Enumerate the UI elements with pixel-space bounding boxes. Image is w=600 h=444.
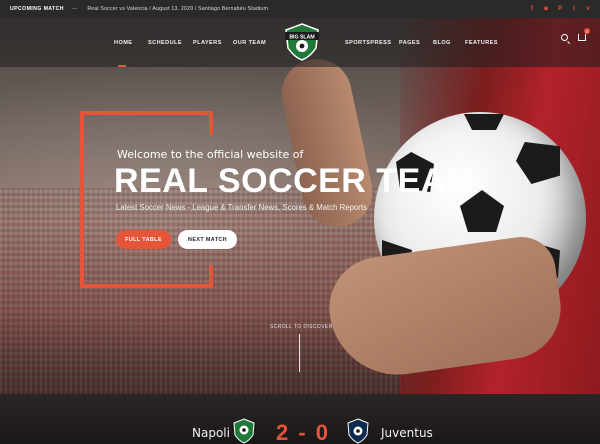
header-icons: 0 (561, 28, 590, 41)
nav-home[interactable]: HOME (114, 18, 132, 67)
upcoming-match-info[interactable]: Real Soccer vs Valencia / August 13, 202… (87, 6, 268, 12)
cart-count-badge: 0 (584, 28, 590, 34)
facebook-icon[interactable]: f (528, 5, 536, 13)
nav-pages[interactable]: PAGES (399, 18, 420, 67)
home-team-name[interactable]: Napoli (192, 426, 230, 440)
vimeo-icon[interactable]: v (584, 5, 592, 13)
hero-welcome-text: Welcome to the official website of (117, 148, 304, 161)
nav-schedule[interactable]: SCHEDULE (148, 18, 182, 67)
decorative-frame-corner (209, 265, 213, 288)
big-slam-logo[interactable]: BIG SLAM (282, 22, 322, 62)
separator: — (71, 6, 78, 12)
nav-blog[interactable]: BLOG (433, 18, 451, 67)
search-icon[interactable] (561, 34, 568, 41)
hero-subtitle: Latest Soccer News - League & Transfer N… (116, 203, 367, 212)
logo-text: BIG SLAM (289, 34, 314, 40)
hero-headline: REAL SOCCER TEAM (114, 162, 475, 200)
decorative-frame-corner (209, 111, 213, 135)
instagram-icon[interactable]: ◙ (542, 5, 550, 13)
away-team-name[interactable]: Juventus (381, 426, 433, 440)
nav-sportspress[interactable]: SPORTSPRESS (345, 18, 391, 67)
napoli-crest-icon[interactable] (232, 418, 256, 444)
social-links: f ◙ P t v (528, 0, 592, 18)
twitter-icon[interactable]: t (570, 5, 578, 13)
pinterest-icon[interactable]: P (556, 5, 564, 13)
match-score: 2 - 0 (276, 420, 331, 444)
cart-icon[interactable]: 0 (578, 28, 590, 41)
top-bar: UPCOMING MATCH — Real Soccer vs Valencia… (0, 0, 600, 18)
nav-players[interactable]: PLAYERS (193, 18, 222, 67)
next-match-button[interactable]: NEXT MATCH (178, 230, 237, 249)
nav-features[interactable]: FEATURES (465, 18, 498, 67)
scroll-indicator-line (299, 334, 300, 372)
upcoming-match-label: UPCOMING MATCH (10, 6, 64, 12)
scroll-to-discover[interactable]: SCROLL TO DISCOVER (270, 324, 333, 330)
juventus-crest-icon[interactable] (346, 418, 370, 444)
full-table-button[interactable]: FULL TABLE (116, 230, 171, 249)
nav-our-team[interactable]: OUR TEAM (233, 18, 266, 67)
